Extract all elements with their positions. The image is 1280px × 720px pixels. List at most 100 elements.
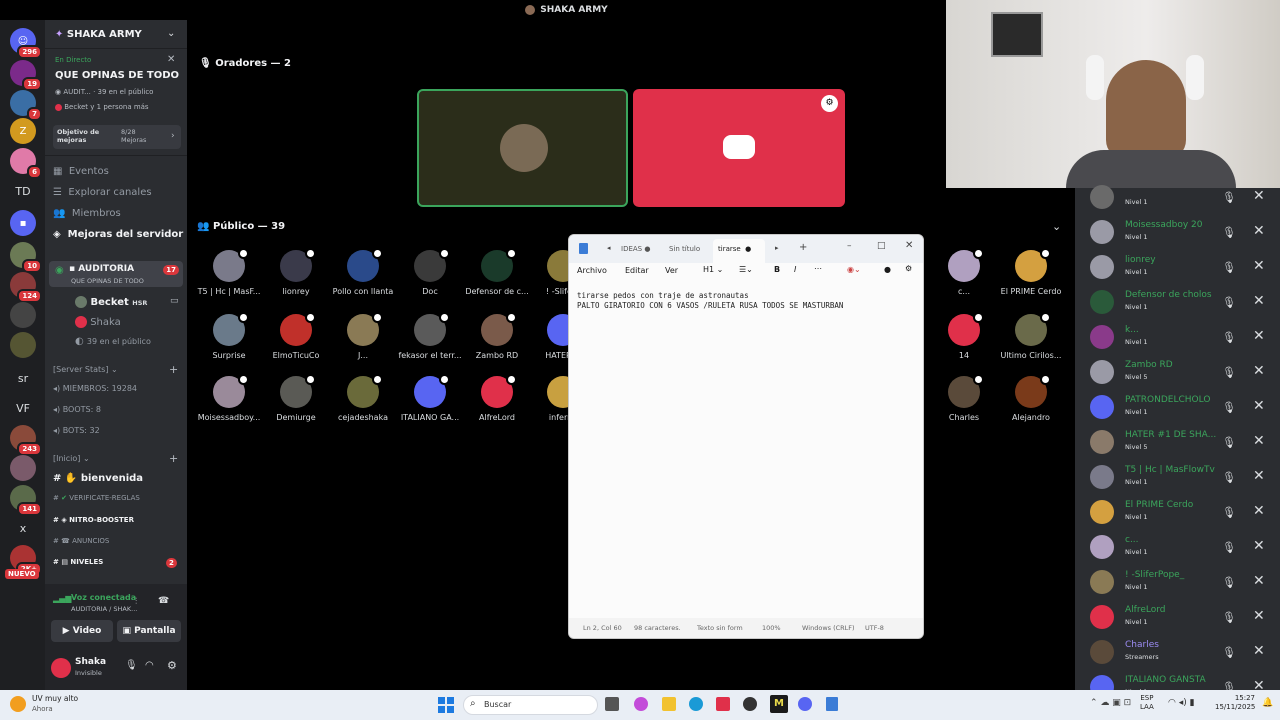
server-icon-1[interactable]: 19 bbox=[10, 60, 42, 91]
audience-member[interactable]: c... bbox=[931, 248, 997, 296]
channel-anuncios[interactable]: # ☎ ANUNCIOS bbox=[53, 537, 109, 545]
notepad-text-area[interactable]: tirarse pedos con traje de astronautas PA… bbox=[577, 291, 843, 311]
edge-icon[interactable] bbox=[689, 697, 703, 711]
obs-icon[interactable] bbox=[743, 697, 757, 711]
live-title[interactable]: QUE OPINAS DE TODO bbox=[55, 70, 179, 81]
speaker-tile-becket[interactable] bbox=[417, 89, 628, 207]
mic-icon[interactable]: 🎙 bbox=[125, 660, 138, 671]
channel-verificate[interactable]: # ✔ VERIFICATE-REGLAS bbox=[53, 494, 140, 502]
invite-to-speak-icon[interactable]: 🎙 bbox=[1222, 436, 1236, 449]
server-icon-5[interactable]: ▪ bbox=[10, 210, 36, 236]
channel-bienvenida[interactable]: # ✋ bienvenida bbox=[53, 473, 143, 484]
invite-to-speak-icon[interactable]: 🎙 bbox=[1222, 401, 1236, 414]
taskbar-search[interactable]: ⌕ Buscar bbox=[463, 695, 598, 715]
audience-list-item[interactable]: El PRIME Cerdo Nivel 1 🎙 ✕ bbox=[1075, 496, 1280, 531]
tab-tirarse[interactable]: tirarse ● bbox=[713, 239, 765, 263]
weather-text[interactable]: UV muy alto bbox=[32, 694, 78, 703]
voice-channel[interactable]: AUDITORIA / SHAK... bbox=[71, 605, 137, 613]
invite-to-speak-icon[interactable]: 🎙 bbox=[1222, 541, 1236, 554]
audience-member[interactable]: Charles bbox=[931, 374, 997, 422]
server-icon-12[interactable]: 141 bbox=[10, 485, 42, 516]
server-icon-9[interactable] bbox=[10, 332, 36, 358]
audience-member[interactable]: Ultimo Cirilos... bbox=[998, 312, 1064, 360]
remove-icon[interactable]: ✕ bbox=[1253, 398, 1265, 414]
close-icon[interactable]: ✕ bbox=[905, 240, 913, 251]
remove-icon[interactable]: ✕ bbox=[1253, 538, 1265, 554]
audience-member[interactable]: Defensor de c... bbox=[464, 248, 530, 296]
copilot-icon[interactable]: ◉⌄ bbox=[847, 265, 861, 274]
category-server-stats[interactable]: [Server Stats] ⌄ bbox=[53, 365, 118, 374]
speaker-tile-shaka[interactable]: ⚙ bbox=[633, 89, 845, 207]
audience-list-item[interactable]: Charles Streamers 🎙 ✕ bbox=[1075, 636, 1280, 671]
audience-member[interactable]: Doc bbox=[397, 248, 463, 296]
audience-member[interactable]: lionrey bbox=[263, 248, 329, 296]
chevron-down-icon[interactable]: ⌄ bbox=[1052, 220, 1061, 233]
audience-list-item[interactable]: Zambo RD Nivel 5 🎙 ✕ bbox=[1075, 356, 1280, 391]
invite-to-speak-icon[interactable]: 🎙 bbox=[1222, 226, 1236, 239]
remove-icon[interactable]: ✕ bbox=[1253, 328, 1265, 344]
sidebar-item-events[interactable]: ▦ Eventos bbox=[53, 166, 109, 177]
gear-icon[interactable]: ⚙ bbox=[167, 659, 177, 672]
stage-member-shaka[interactable]: Shaka bbox=[75, 316, 121, 328]
weather-icon[interactable] bbox=[10, 696, 26, 712]
italic-icon[interactable]: I bbox=[794, 265, 796, 274]
remove-icon[interactable]: ✕ bbox=[1253, 223, 1265, 239]
minimize-icon[interactable]: – bbox=[847, 241, 852, 251]
invite-to-speak-icon[interactable]: 🎙 bbox=[1222, 646, 1236, 659]
remove-icon[interactable]: ✕ bbox=[1253, 608, 1265, 624]
audience-member[interactable]: fekasor el terr... bbox=[397, 312, 463, 360]
stat-boots[interactable]: ◂) BOOTS: 8 bbox=[53, 405, 101, 414]
server-icon-6[interactable]: 10 bbox=[10, 242, 42, 273]
discord-taskbar-icon[interactable] bbox=[798, 697, 812, 711]
list-icon[interactable]: ☰⌄ bbox=[739, 265, 753, 274]
server-icon-4[interactable]: 6 bbox=[10, 148, 42, 179]
tray-icons[interactable]: ⌃ ☁ ▣ ⊡ bbox=[1090, 698, 1131, 708]
audience-list-item[interactable]: ! -SliferPope_ Nivel 1 🎙 ✕ bbox=[1075, 566, 1280, 601]
remove-icon[interactable]: ✕ bbox=[1253, 258, 1265, 274]
stage-audience-count[interactable]: ◐ 39 en el público bbox=[75, 336, 151, 347]
account-icon[interactable]: ● bbox=[884, 265, 891, 274]
tab-sin-titulo[interactable]: Sin título bbox=[669, 245, 700, 253]
heading-dropdown[interactable]: H1 ⌄ bbox=[703, 265, 723, 274]
disconnect-icon[interactable]: ☎ bbox=[158, 596, 169, 606]
tab-ideas[interactable]: IDEAS ● bbox=[621, 245, 650, 253]
server-icon-11[interactable] bbox=[10, 455, 36, 481]
headphones-icon[interactable]: ◠ bbox=[145, 660, 154, 671]
network-volume-icons[interactable]: ◠ ◂) ▮ bbox=[1168, 698, 1195, 708]
invite-to-speak-icon[interactable]: 🎙 bbox=[1222, 261, 1236, 274]
category-inicio[interactable]: [Inicio] ⌄ bbox=[53, 454, 90, 463]
remove-icon[interactable]: ✕ bbox=[1253, 188, 1265, 204]
audience-member[interactable]: 14 bbox=[931, 312, 997, 360]
avatar[interactable] bbox=[51, 658, 71, 678]
invite-to-speak-icon[interactable]: 🎙 bbox=[1222, 366, 1236, 379]
stat-bots[interactable]: ◂) BOTS: 32 bbox=[53, 426, 100, 435]
gear-icon[interactable]: ⚙ bbox=[905, 264, 912, 273]
task-view-icon[interactable] bbox=[605, 697, 619, 711]
stat-members[interactable]: ◂) MIEMBROS: 19284 bbox=[53, 384, 137, 393]
notepad-taskbar-icon[interactable] bbox=[826, 697, 838, 711]
copilot-taskbar-icon[interactable] bbox=[634, 697, 648, 711]
remove-icon[interactable]: ✕ bbox=[1253, 363, 1265, 379]
invite-to-speak-icon[interactable]: 🎙 bbox=[1222, 611, 1236, 624]
language-indicator[interactable]: ESP LAA bbox=[1140, 694, 1154, 712]
audience-member[interactable]: Demiurge bbox=[263, 374, 329, 422]
audience-member[interactable]: Alejandro bbox=[998, 374, 1064, 422]
remove-icon[interactable]: ✕ bbox=[1253, 293, 1265, 309]
screen-share-button[interactable]: ▣ Pantalla bbox=[117, 620, 181, 642]
add-channel-icon[interactable]: + bbox=[169, 363, 178, 376]
server-header[interactable]: ✦ SHAKA ARMY bbox=[55, 29, 142, 40]
audience-member[interactable]: Zambo RD bbox=[464, 312, 530, 360]
audience-list-item[interactable]: T5 | Hc | MasFlowTv Nivel 1 🎙 ✕ bbox=[1075, 461, 1280, 496]
file-explorer-icon[interactable] bbox=[662, 697, 676, 711]
server-vf[interactable]: VF bbox=[10, 395, 36, 421]
audience-member[interactable]: cejadeshaka bbox=[330, 374, 396, 422]
stage-member-becket[interactable]: Becket HSR bbox=[75, 296, 147, 308]
next-tab-icon[interactable]: ▸ bbox=[775, 244, 779, 252]
server-x[interactable]: x bbox=[10, 515, 36, 541]
audience-list-item[interactable]: lionrey Nivel 1 🎙 ✕ bbox=[1075, 251, 1280, 286]
server-icon-2[interactable]: 7 bbox=[10, 90, 42, 121]
audience-member[interactable]: AlfreLord bbox=[464, 374, 530, 422]
boost-goal[interactable]: Objetivo de mejoras 8/28 Mejoras › bbox=[53, 125, 181, 149]
voice-status[interactable]: Voz conectada bbox=[71, 593, 136, 602]
audience-member[interactable]: Surprise bbox=[196, 312, 262, 360]
